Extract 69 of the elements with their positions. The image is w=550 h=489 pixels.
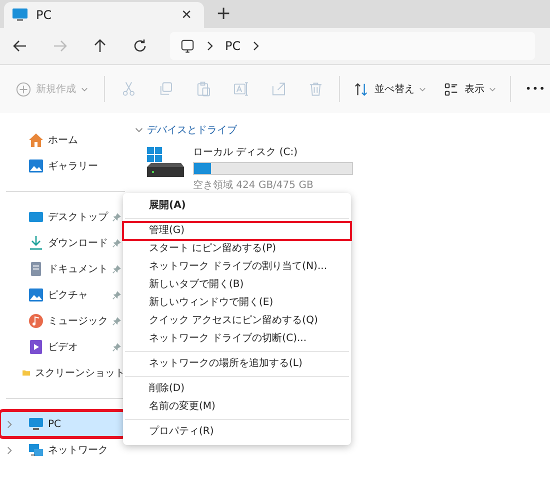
view-icon: [444, 82, 460, 96]
tab-title: PC: [36, 8, 53, 22]
drive-icon: [145, 145, 185, 179]
refresh-icon[interactable]: [132, 38, 148, 54]
plus-icon: [16, 82, 31, 96]
chevron-icon: [207, 41, 213, 51]
expand-icon[interactable]: [7, 446, 12, 454]
sidebar-item[interactable]: ドキュメント: [0, 256, 125, 282]
desktop-icon: [28, 209, 44, 225]
menu-item[interactable]: 新しいウィンドウで開く(E): [123, 294, 351, 312]
picture-icon: [28, 287, 44, 303]
sidebar-item[interactable]: ホーム: [0, 127, 125, 153]
menu-item[interactable]: スタート にピン留めする(P): [123, 240, 351, 258]
pin-icon[interactable]: [112, 316, 121, 326]
monitor-icon: [180, 38, 195, 54]
menu-item[interactable]: プロパティ(R): [123, 423, 351, 441]
dropdown-icon: [489, 86, 496, 92]
sidebar-item[interactable]: ミュージック: [0, 308, 125, 334]
sidebar-item[interactable]: ピクチャ: [0, 282, 125, 308]
sidebar-item[interactable]: ギャラリー: [0, 153, 125, 179]
menu-item[interactable]: ネットワーク ドライブの切断(C)...: [123, 330, 351, 348]
tab[interactable]: PC ✕: [4, 2, 204, 28]
sidebar-item[interactable]: スクリーンショット: [0, 360, 125, 386]
sidebar-item[interactable]: デスクトップ: [0, 204, 125, 230]
sidebar-item[interactable]: ネットワーク: [0, 437, 125, 463]
house-icon: [28, 132, 44, 148]
dropdown-icon: [81, 86, 88, 92]
pin-icon[interactable]: [112, 238, 121, 248]
pin-icon[interactable]: [112, 264, 121, 274]
menu-item[interactable]: ネットワークの場所を追加する(L): [123, 355, 351, 373]
free-space-text: 空き領域 424 GB/475 GB: [193, 178, 314, 192]
menu-item[interactable]: 管理(G): [123, 222, 351, 240]
pin-icon[interactable]: [112, 212, 121, 222]
up-icon[interactable]: [92, 38, 108, 54]
sidebar-item[interactable]: ビデオ: [0, 334, 125, 360]
view-button[interactable]: 表示: [440, 78, 500, 100]
back-icon[interactable]: [12, 38, 28, 54]
menu-item[interactable]: 新しいタブで開く(B): [123, 276, 351, 294]
monitor-icon: [28, 416, 44, 432]
close-tab-button[interactable]: ✕: [177, 8, 196, 22]
menu-item[interactable]: ネットワーク ドライブの割り当て(N)...: [123, 258, 351, 276]
menu-item[interactable]: 名前の変更(M): [123, 398, 351, 416]
sort-button[interactable]: 並べ替え: [350, 78, 430, 100]
sidebar-item[interactable]: ダウンロード: [0, 230, 125, 256]
document-icon: [28, 261, 44, 277]
download-icon: [28, 235, 44, 251]
new-tab-button[interactable]: +: [212, 3, 236, 24]
sort-icon: [354, 82, 370, 96]
chevron-icon: [252, 41, 259, 51]
menu-item[interactable]: 削除(D): [123, 380, 351, 398]
pin-icon[interactable]: [112, 342, 121, 352]
video-icon: [28, 339, 44, 355]
dropdown-icon: [419, 86, 426, 92]
menu-item[interactable]: 展開(A): [123, 197, 351, 215]
pin-icon[interactable]: [112, 290, 121, 300]
address-bar[interactable]: PC: [170, 32, 535, 60]
monitor-icon: [12, 8, 28, 22]
picture-icon: [28, 158, 44, 174]
expand-icon[interactable]: [7, 420, 12, 428]
network-icon: [28, 442, 44, 458]
drive-name: ローカル ディスク (C:): [193, 146, 299, 159]
menu-item[interactable]: クイック アクセスにピン留めする(Q): [123, 312, 351, 330]
breadcrumb[interactable]: PC: [225, 39, 241, 53]
sidebar-item[interactable]: PC: [0, 411, 125, 437]
music-icon: [28, 313, 44, 329]
drive-item[interactable]: ローカル ディスク (C:) 空き領域 424 GB/475 GB: [135, 145, 550, 192]
more-button[interactable]: •••: [521, 80, 550, 98]
section-title: デバイスとドライブ: [147, 124, 237, 137]
chevron-icon[interactable]: [135, 126, 143, 134]
